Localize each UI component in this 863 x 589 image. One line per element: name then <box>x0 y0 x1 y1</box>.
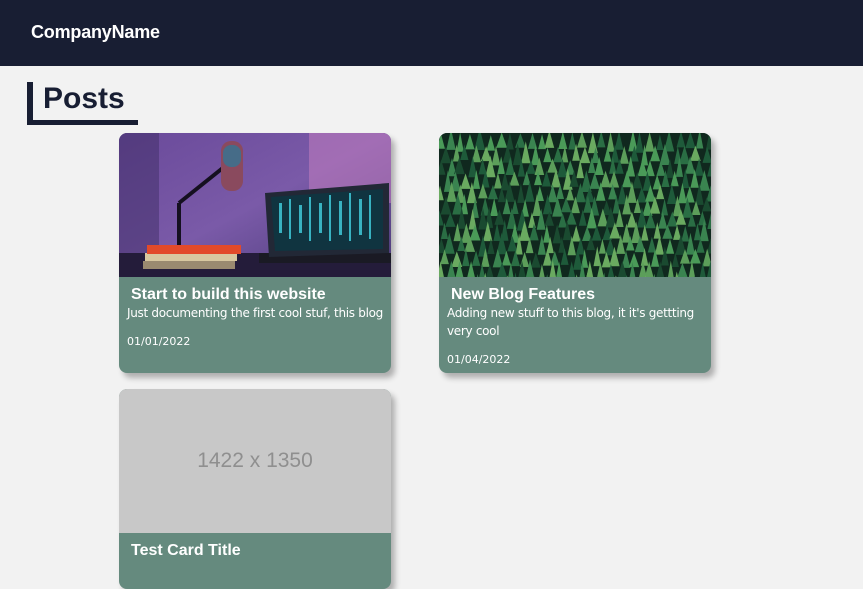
post-date: 01/01/2022 <box>127 335 190 348</box>
post-card[interactable]: Start to build this website Just documen… <box>119 133 391 373</box>
page-heading-frame: Posts <box>27 82 138 125</box>
desk-photo <box>119 133 391 277</box>
page-title: Posts <box>43 82 125 116</box>
post-title[interactable]: Test Card Title <box>131 542 241 560</box>
forest-photo <box>439 133 711 277</box>
post-excerpt: Adding new stuff to this blog, it it's g… <box>447 304 705 340</box>
post-image: 1422 x 1350 <box>119 389 391 533</box>
post-title[interactable]: Start to build this website <box>131 286 326 304</box>
post-title[interactable]: New Blog Features <box>451 286 595 304</box>
post-card[interactable]: 1422 x 1350 Test Card Title <box>119 389 391 589</box>
image-placeholder-label: 1422 x 1350 <box>119 389 391 533</box>
navbar: CompanyName <box>0 0 863 66</box>
brand-link[interactable]: CompanyName <box>31 22 160 43</box>
post-image <box>439 133 711 277</box>
post-excerpt: Just documenting the first cool stuf, th… <box>127 304 385 322</box>
post-card[interactable]: New Blog Features Adding new stuff to th… <box>439 133 711 373</box>
post-image <box>119 133 391 277</box>
post-date: 01/04/2022 <box>447 353 510 366</box>
